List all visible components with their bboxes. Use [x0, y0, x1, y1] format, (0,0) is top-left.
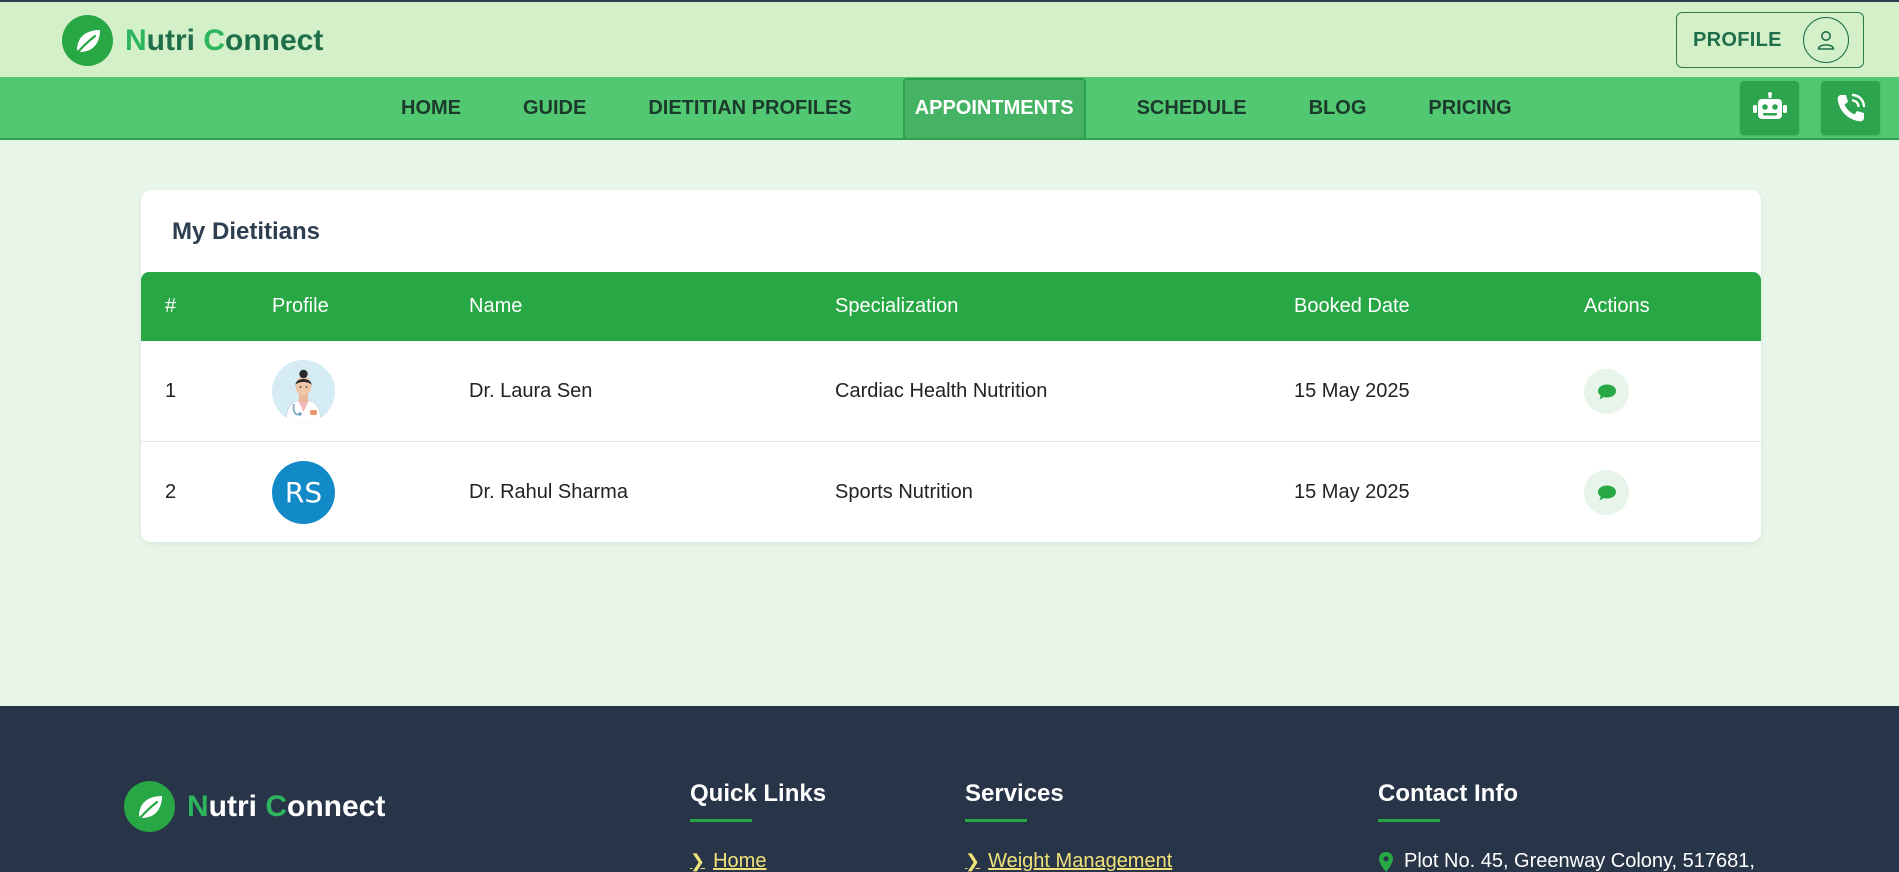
- call-button[interactable]: [1821, 81, 1880, 135]
- nav-item-blog[interactable]: BLOG: [1278, 77, 1398, 140]
- dietitian-avatar-initials: RS: [272, 461, 335, 524]
- chat-icon: [1597, 485, 1616, 500]
- footer-brand-name: Nutri Connect: [187, 789, 386, 823]
- footer-link-weight-management[interactable]: ❯ Weight Management: [965, 850, 1172, 872]
- column-header-actions: Actions: [1584, 295, 1650, 317]
- booked-date: 15 May 2025: [1294, 481, 1410, 503]
- nav-item-schedule[interactable]: SCHEDULE: [1106, 77, 1278, 140]
- table-header: # Profile Name Specialization Booked Dat…: [141, 272, 1761, 341]
- services-underline: [965, 819, 1027, 822]
- top-header: Nutri Connect PROFILE: [0, 0, 1899, 77]
- nav-item-appointments[interactable]: APPOINTMENTS: [902, 77, 1086, 140]
- chevron-right-icon: ❯: [690, 851, 706, 871]
- footer-brand[interactable]: Nutri Connect: [124, 781, 385, 832]
- table-row: 2 RS Dr. Rahul Sharma Sports Nutrition 1…: [141, 442, 1761, 542]
- nav-item-home[interactable]: HOME: [370, 77, 492, 140]
- contact-address: Plot No. 45, Greenway Colony, 517681,: [1378, 850, 1755, 872]
- leaf-logo-icon: [124, 781, 175, 832]
- map-pin-icon: [1379, 851, 1393, 872]
- phone-icon: [1837, 93, 1865, 122]
- brand-name: Nutri Connect: [125, 23, 324, 57]
- chatbot-button[interactable]: [1740, 81, 1799, 135]
- brand[interactable]: Nutri Connect: [62, 15, 323, 66]
- chevron-right-icon: ❯: [965, 851, 981, 871]
- column-header-profile: Profile: [272, 295, 329, 317]
- column-header-specialization: Specialization: [835, 295, 959, 317]
- main-nav: HOME GUIDE DIETITIAN PROFILES APPOINTMEN…: [0, 77, 1899, 140]
- nav-item-dietitian-profiles[interactable]: DIETITIAN PROFILES: [617, 77, 882, 140]
- column-header-index: #: [165, 295, 177, 317]
- contact-info-title: Contact Info: [1378, 780, 1518, 807]
- row-index: 1: [165, 380, 177, 402]
- leaf-logo-icon: [62, 15, 113, 66]
- quick-links-underline: [690, 819, 752, 822]
- chat-button[interactable]: [1584, 470, 1629, 515]
- card-title: My Dietitians: [172, 218, 321, 245]
- footer: Nutri Connect Quick Links ❯ Home Service…: [0, 706, 1899, 872]
- quick-links-title: Quick Links: [690, 780, 827, 807]
- nav-item-pricing[interactable]: PRICING: [1397, 77, 1542, 140]
- row-index: 2: [165, 481, 177, 503]
- dietitian-name: Dr. Laura Sen: [469, 380, 593, 402]
- profile-button[interactable]: PROFILE: [1676, 12, 1864, 68]
- chat-button[interactable]: [1584, 369, 1629, 414]
- robot-icon: [1752, 92, 1787, 119]
- table-row: 1 Dr. Laura Sen Cardiac Health Nutrition…: [141, 341, 1761, 442]
- footer-link-home[interactable]: ❯ Home: [690, 850, 766, 872]
- my-dietitians-card: My Dietitians # Profile Name Specializat…: [141, 190, 1761, 542]
- dietitian-name: Dr. Rahul Sharma: [469, 481, 628, 503]
- booked-date: 15 May 2025: [1294, 380, 1410, 402]
- user-icon: [1803, 17, 1849, 63]
- contact-info-underline: [1378, 819, 1440, 822]
- profile-button-label: PROFILE: [1693, 28, 1782, 51]
- dietitian-specialization: Sports Nutrition: [835, 481, 973, 503]
- services-title: Services: [965, 780, 1064, 807]
- dietitian-specialization: Cardiac Health Nutrition: [835, 380, 1048, 402]
- nav-item-guide[interactable]: GUIDE: [492, 77, 617, 140]
- dietitian-avatar: [272, 360, 335, 423]
- chat-icon: [1597, 384, 1616, 399]
- column-header-booked-date: Booked Date: [1294, 295, 1410, 317]
- column-header-name: Name: [469, 295, 523, 317]
